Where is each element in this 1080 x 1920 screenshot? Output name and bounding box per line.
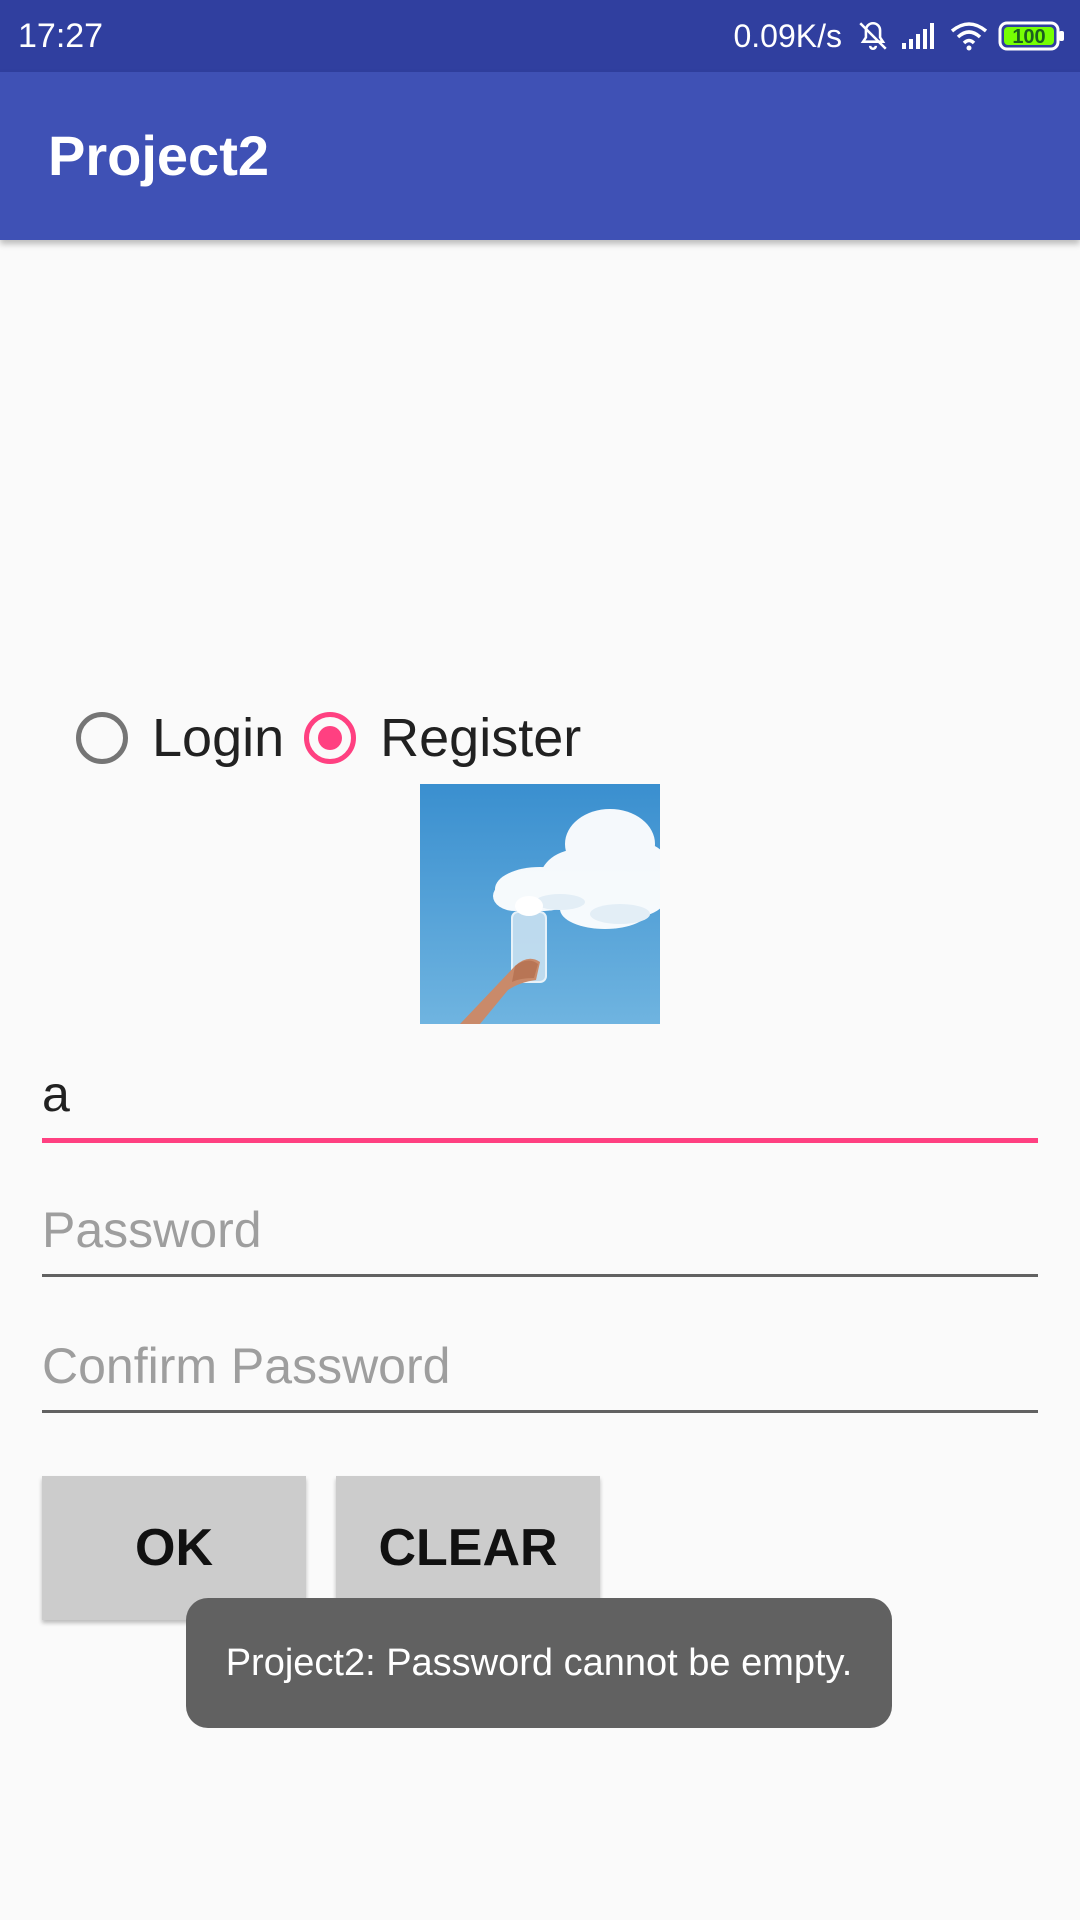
battery-icon: 100 (998, 20, 1066, 52)
confirm-password-input[interactable] (42, 1326, 1038, 1406)
toast-message: Project2: Password cannot be empty. (186, 1598, 892, 1728)
password-underline (42, 1274, 1038, 1277)
register-radio-button[interactable] (304, 712, 357, 764)
username-underline (42, 1138, 1038, 1143)
signal-icon (900, 21, 940, 51)
register-radio-option[interactable]: Register (304, 707, 581, 769)
battery-level: 100 (1012, 26, 1045, 48)
username-field[interactable] (42, 1054, 1038, 1143)
login-radio-label[interactable]: Login (152, 707, 284, 769)
confirm-password-field[interactable] (42, 1326, 1038, 1413)
wifi-icon (950, 21, 988, 51)
app-title: Project2 (48, 124, 269, 187)
network-speed: 0.09K/s (733, 17, 842, 54)
password-field[interactable] (42, 1190, 1038, 1277)
login-radio-button[interactable] (76, 712, 128, 764)
status-time: 17:27 (18, 17, 104, 55)
register-radio-label[interactable]: Register (380, 707, 581, 769)
app-bar: Project2 (0, 72, 1080, 240)
password-input[interactable] (42, 1190, 1038, 1270)
login-radio-option[interactable]: Login (76, 707, 284, 769)
cloud-jar-image (420, 784, 660, 1024)
bell-off-icon (856, 19, 890, 53)
status-icons: 0.09K/s 100 (733, 0, 1066, 72)
confirm-password-underline (42, 1410, 1038, 1413)
username-input[interactable] (42, 1054, 1038, 1134)
radio-selected-dot (318, 726, 343, 750)
status-bar: 17:27 0.09K/s 100 (0, 0, 1080, 72)
mode-radio-group: Login Register (76, 700, 581, 776)
